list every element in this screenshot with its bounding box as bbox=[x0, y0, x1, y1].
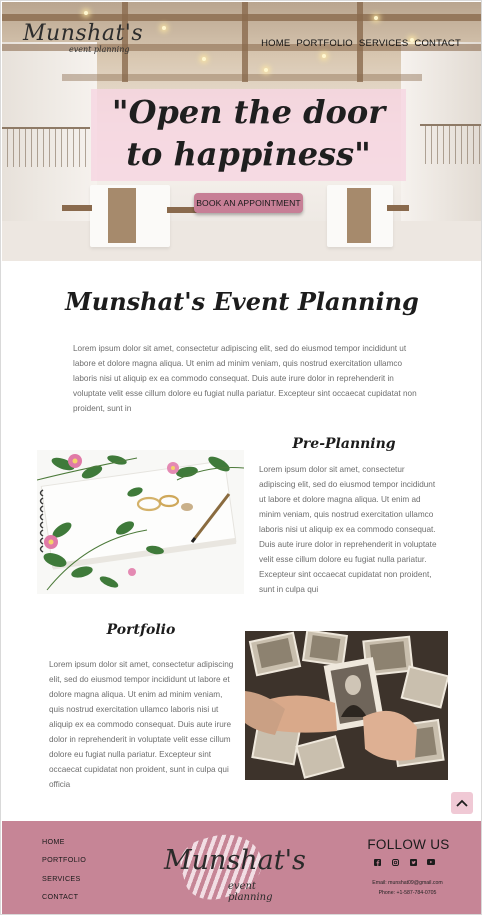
footer: HOME PORTFOLIO SERVICES CONTACT Munshat'… bbox=[2, 821, 481, 914]
hero-bench bbox=[387, 205, 409, 211]
facebook-icon[interactable] bbox=[373, 858, 381, 866]
portfolio-text: Lorem ipsum dolor sit amet, consectetur … bbox=[49, 660, 234, 789]
brand-name: Munshat's bbox=[23, 21, 144, 46]
footer-nav-home[interactable]: HOME bbox=[42, 837, 86, 846]
contact-info: Email: munshat09@gmail.com Phone: +1-587… bbox=[356, 878, 459, 898]
hero-title: "Open the door to happiness" bbox=[111, 93, 386, 173]
string-light bbox=[374, 16, 378, 20]
intro-title: Munshat's Event Planning bbox=[65, 287, 419, 316]
brand-tagline: event planning bbox=[69, 45, 130, 54]
hero-runner bbox=[347, 188, 371, 243]
portfolio-title: Portfolio bbox=[106, 622, 176, 638]
string-light bbox=[264, 68, 268, 72]
nav-item-services[interactable]: SERVICES bbox=[359, 38, 408, 49]
contact-email[interactable]: Email: munshat09@gmail.com bbox=[356, 878, 459, 888]
main-nav: HOME PORTFOLIO SERVICES CONTACT bbox=[261, 38, 461, 49]
instagram-icon[interactable] bbox=[391, 858, 399, 866]
footer-nav-services[interactable]: SERVICES bbox=[42, 874, 86, 883]
contact-phone[interactable]: Phone: +1-587-784-0705 bbox=[356, 888, 459, 898]
footer-brand-name: Munshat's bbox=[164, 845, 306, 876]
chevron-up-icon bbox=[456, 799, 468, 807]
book-appointment-button[interactable]: BOOK AN APPOINTMENT bbox=[194, 193, 303, 213]
string-light bbox=[162, 26, 166, 30]
nav-item-contact[interactable]: CONTACT bbox=[414, 38, 461, 49]
hero-runner bbox=[108, 188, 136, 243]
hero-rail bbox=[420, 124, 481, 164]
youtube-icon[interactable] bbox=[427, 858, 435, 866]
preplanning-text: Lorem ipsum dolor sit amet, consectetur … bbox=[259, 465, 437, 594]
page: Munshat's event planning HOME PORTFOLIO … bbox=[0, 0, 482, 915]
brand-logo[interactable]: Munshat's event planning bbox=[23, 21, 143, 61]
hero-rail bbox=[2, 127, 90, 167]
string-light bbox=[202, 57, 206, 61]
string-light bbox=[84, 11, 88, 15]
preplanning-title: Pre-Planning bbox=[292, 436, 396, 452]
follow-title: FOLLOW US bbox=[367, 837, 450, 852]
footer-logo[interactable]: Munshat's event planning bbox=[162, 825, 306, 907]
portfolio-photo bbox=[245, 631, 448, 780]
nav-item-portfolio[interactable]: PORTFOLIO bbox=[296, 38, 353, 49]
nav-item-home[interactable]: HOME bbox=[261, 38, 290, 49]
footer-brand-tagline: event planning bbox=[228, 881, 273, 903]
footer-nav-portfolio[interactable]: PORTFOLIO bbox=[42, 855, 86, 864]
string-light bbox=[322, 54, 326, 58]
social-links bbox=[373, 858, 435, 866]
footer-nav-contact[interactable]: CONTACT bbox=[42, 892, 86, 901]
hero-rafter bbox=[242, 2, 248, 82]
footer-nav: HOME PORTFOLIO SERVICES CONTACT bbox=[42, 837, 86, 911]
twitter-icon[interactable] bbox=[409, 858, 417, 866]
back-to-top-button[interactable] bbox=[451, 792, 473, 814]
notebook-rings-flowers-image bbox=[37, 450, 244, 594]
hero-bench bbox=[62, 205, 92, 211]
hero-bench bbox=[167, 207, 197, 213]
hero-floor bbox=[2, 221, 481, 261]
intro-text: Lorem ipsum dolor sit amet, consectetur … bbox=[73, 344, 417, 413]
old-photographs-image bbox=[245, 631, 448, 780]
preplanning-photo bbox=[37, 450, 244, 594]
